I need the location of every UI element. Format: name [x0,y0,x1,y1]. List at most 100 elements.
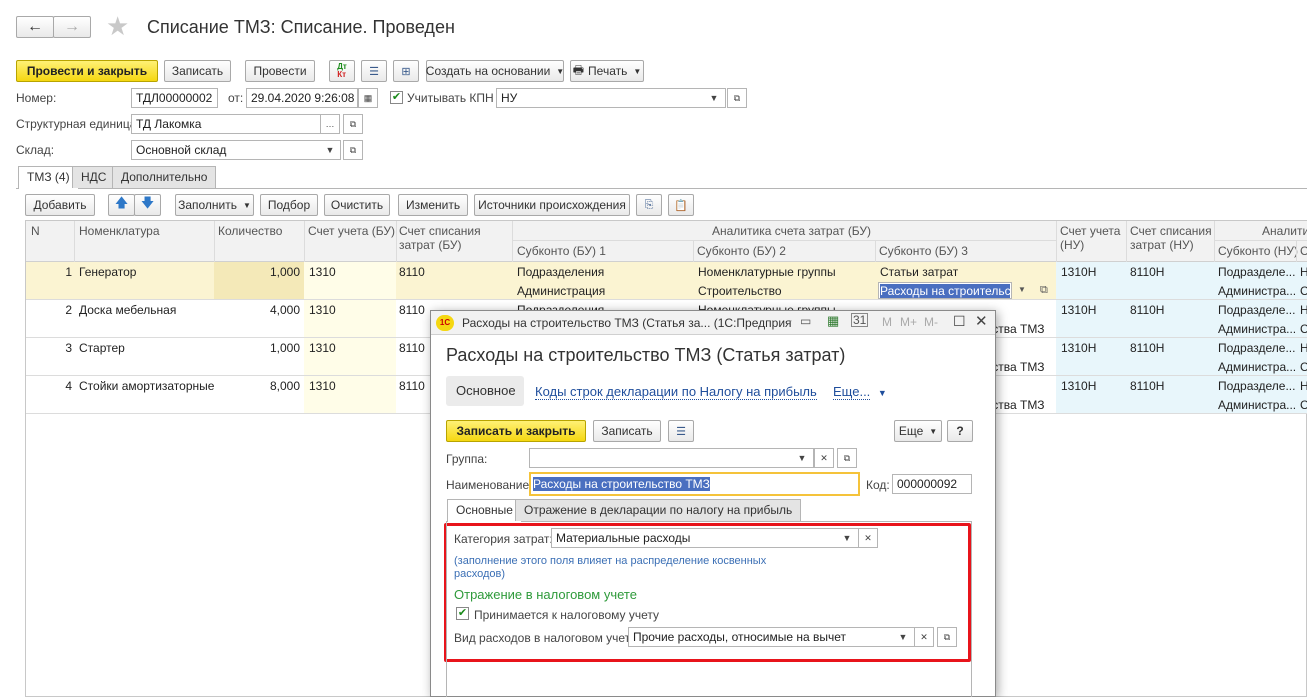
open-icon[interactable]: ⧉ [343,140,363,160]
row-line [26,299,1307,300]
arrow-down-icon[interactable]: 🡇 [134,194,161,216]
dialog-title: Расходы на строительство ТМЗ (Статья зат… [446,345,846,365]
change-button[interactable]: Изменить [398,194,468,216]
kpn-checkbox[interactable]: ✔ [390,91,403,104]
cell-n: 2 [65,303,72,317]
forward-button[interactable]: → [53,16,91,38]
tab-additional[interactable]: Дополнительно [112,166,217,188]
chevron-down-icon[interactable]: ▼ [1018,285,1026,294]
cell-n: 4 [65,379,72,393]
post-button[interactable]: Провести [245,60,315,82]
clear-icon[interactable]: ✕ [858,528,878,548]
tab-vat[interactable]: НДС [72,166,116,188]
cell-nu1: Подразделе... [1218,379,1296,393]
group-field[interactable] [529,448,814,468]
post-close-button[interactable]: Провести и закрыть [16,60,158,82]
dropdown-icon: ▼ [633,66,642,76]
doc-icon[interactable]: ▭ [800,314,811,328]
open-icon[interactable]: ⧉ [1040,284,1048,297]
expense-kind-select[interactable]: Прочие расходы, относимые на вычет [628,627,916,647]
dialog-more-button[interactable]: Еще ▼ [894,420,942,442]
sources-button[interactable]: Источники происхождения [474,194,630,216]
kpn-select[interactable]: НУ [496,88,726,108]
create-based-button[interactable]: Создать на основании ▼ [426,60,564,82]
open-icon[interactable]: ⧉ [343,114,363,134]
cell-n: 3 [65,341,72,355]
copy-icon[interactable]: ⎘ [636,194,662,216]
clear-button[interactable]: Очистить [324,194,390,216]
tax-section-heading: Отражение в налоговом учете [454,587,637,602]
number-field[interactable]: ТДЛ00000002 [131,88,218,108]
date-from-label: от: [228,91,244,105]
select-icon[interactable]: … [320,114,340,134]
close-icon[interactable]: ✕ [975,312,988,330]
col-header-nomenclature: Номенклатура [79,224,160,238]
accepted-checkbox[interactable]: ✔ [456,607,469,620]
cell-writeoff-nu: 8110Н [1130,379,1165,393]
name-input-text: Расходы на строительство ТМЗ [533,477,710,491]
warehouse-select[interactable]: Основной склад [131,140,341,160]
col-header-writeoff-nu: Счет списания затрат (НУ) [1130,224,1212,252]
tab-tmz[interactable]: ТМЗ (4) [18,166,79,189]
memory-mminus-button[interactable]: M- [924,315,938,329]
clear-icon[interactable]: ✕ [914,627,934,647]
calendar-icon[interactable]: ▦ [358,88,378,108]
category-select[interactable]: Материальные расходы [551,528,859,548]
dtkt-icon[interactable]: Дт Кт [329,60,355,82]
dropdown-icon: ▼ [556,66,565,76]
calculator-icon[interactable]: ▦ [827,313,839,329]
cell-nu-cut1: Н [1300,379,1307,393]
clear-icon[interactable]: ✕ [814,448,834,468]
select-button[interactable]: Подбор [260,194,318,216]
structure-icon[interactable]: ⊞ [393,60,419,82]
memory-mplus-button[interactable]: M+ [900,315,917,329]
save-close-button[interactable]: Записать и закрыть [446,420,586,442]
chevron-down-icon[interactable]: ▼ [704,88,724,108]
memory-m-button[interactable]: M [882,315,892,329]
chevron-down-icon[interactable]: ▼ [792,448,812,468]
dialog-tab-declaration[interactable]: Отражение в декларации по налогу на приб… [515,499,802,521]
date-field[interactable]: 29.04.2020 9:26:08 [246,88,358,108]
chevron-down-icon[interactable]: ▼ [320,140,340,160]
cell-nu-cut2: С [1300,284,1307,298]
chevron-down-icon[interactable]: ▼ [893,627,913,647]
name-input[interactable]: Расходы на строительство ТМЗ [529,472,860,496]
save-button[interactable]: Записать [164,60,231,82]
unit-field[interactable]: ТД Лакомка [131,114,321,134]
help-button[interactable]: ? [947,420,973,442]
code-field[interactable]: 000000092 [892,474,972,494]
open-icon[interactable]: ⧉ [727,88,747,108]
dialog-tab-main[interactable]: Основные [447,499,522,522]
star-icon[interactable]: ★ [106,11,129,42]
page-title: Списание ТМЗ: Списание. Проведен [147,17,455,37]
chevron-down-icon[interactable]: ▼ [837,528,857,548]
paste-icon[interactable]: 📋 [668,194,694,216]
print-button[interactable]: 🖶 Печать ▼ [570,60,644,82]
open-icon[interactable]: ⧉ [937,627,957,647]
dropdown-icon: ▼ [929,426,938,436]
grid-line [396,221,397,262]
nav-more-link[interactable]: Еще... ▼ [833,384,887,400]
cell-nu-cut2: С [1300,398,1307,412]
arrow-up-icon[interactable]: 🡅 [108,194,135,216]
maximize-icon[interactable]: ☐ [953,313,966,330]
cell-nu-cut2: С [1300,360,1307,374]
kpn-label: Учитывать КПН [407,91,494,105]
list-icon[interactable]: ☰ [668,420,694,442]
fill-button[interactable]: Заполнить ▼ [175,194,254,216]
calendar-icon[interactable]: 31 [851,313,869,327]
arrow-left-icon: ← [27,18,43,35]
nav-codes-link[interactable]: Коды строк декларации по Налогу на прибы… [535,384,817,400]
dialog-save-button[interactable]: Записать [593,420,661,442]
list-icon[interactable]: ☰ [361,60,387,82]
cell-nu2: Администра... [1218,360,1297,374]
cell-qty: 4,000 [269,303,300,317]
back-button[interactable]: ← [16,16,54,38]
col-header-account-nu: Счет учета (НУ) [1060,224,1121,252]
add-button[interactable]: Добавить [25,194,95,216]
open-icon[interactable]: ⧉ [837,448,857,468]
cell-nu2: Администра... [1218,322,1297,336]
tabs-baseline [16,188,1307,189]
nav-main[interactable]: Основное [446,376,524,406]
grid-line [512,240,1056,241]
